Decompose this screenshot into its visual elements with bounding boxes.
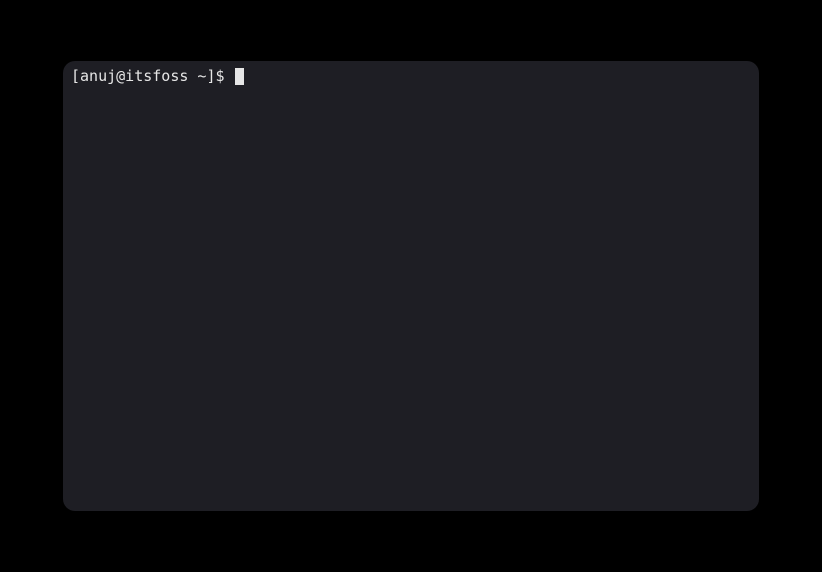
shell-prompt: [anuj@itsfoss ~]$ xyxy=(71,67,234,87)
terminal-window[interactable]: [anuj@itsfoss ~]$ xyxy=(63,61,759,511)
cursor-block xyxy=(235,68,244,85)
prompt-line: [anuj@itsfoss ~]$ xyxy=(71,67,751,87)
